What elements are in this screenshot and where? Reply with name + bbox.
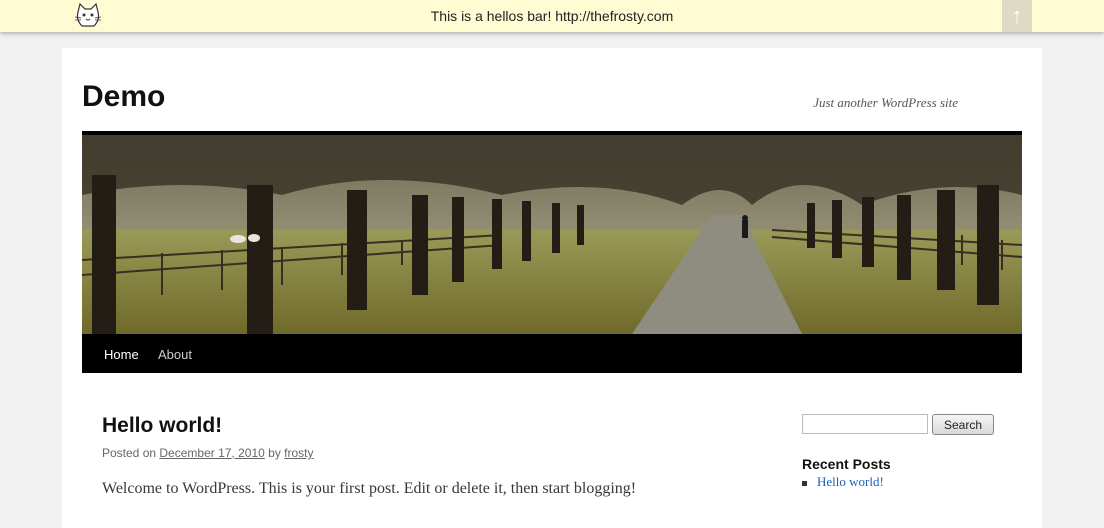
hello-bar-message: This is a hellos bar! http://thefrosty.c…	[0, 8, 1104, 24]
post-author-link[interactable]: frosty	[284, 446, 313, 460]
hello-bar-link[interactable]: http://thefrosty.com	[555, 8, 673, 24]
post-content: Welcome to WordPress. This is your first…	[102, 480, 637, 497]
post-date-link[interactable]: December 17, 2010	[159, 446, 264, 460]
header-image[interactable]	[82, 131, 1022, 334]
recent-posts-list: Hello world!	[802, 474, 884, 490]
collapse-arrow-icon[interactable]: ↑	[1002, 0, 1032, 32]
search-button[interactable]: Search	[932, 414, 994, 435]
post-meta-prefix: Posted on	[102, 446, 157, 460]
page-container: Demo Just another WordPress site Home Ab…	[62, 48, 1042, 528]
hello-bar: This is a hellos bar! http://thefrosty.c…	[0, 0, 1104, 32]
nav-item-home[interactable]: Home	[104, 347, 139, 362]
list-item: Hello world!	[802, 474, 884, 490]
post-meta-by: by	[268, 446, 281, 460]
search-input[interactable]	[802, 414, 928, 434]
post-meta: Posted on December 17, 2010 by frosty	[102, 446, 314, 460]
recent-post-link[interactable]: Hello world!	[817, 474, 884, 489]
post-title[interactable]: Hello world!	[102, 414, 222, 438]
site-description: Just another WordPress site	[813, 95, 958, 110]
nav-item-about[interactable]: About	[158, 347, 192, 362]
hello-bar-text: This is a hellos bar!	[430, 8, 552, 24]
bullet-icon	[802, 480, 807, 486]
recent-posts-title: Recent Posts	[802, 456, 891, 472]
main-navigation: Home About	[82, 334, 1022, 373]
site-title[interactable]: Demo	[82, 80, 165, 114]
